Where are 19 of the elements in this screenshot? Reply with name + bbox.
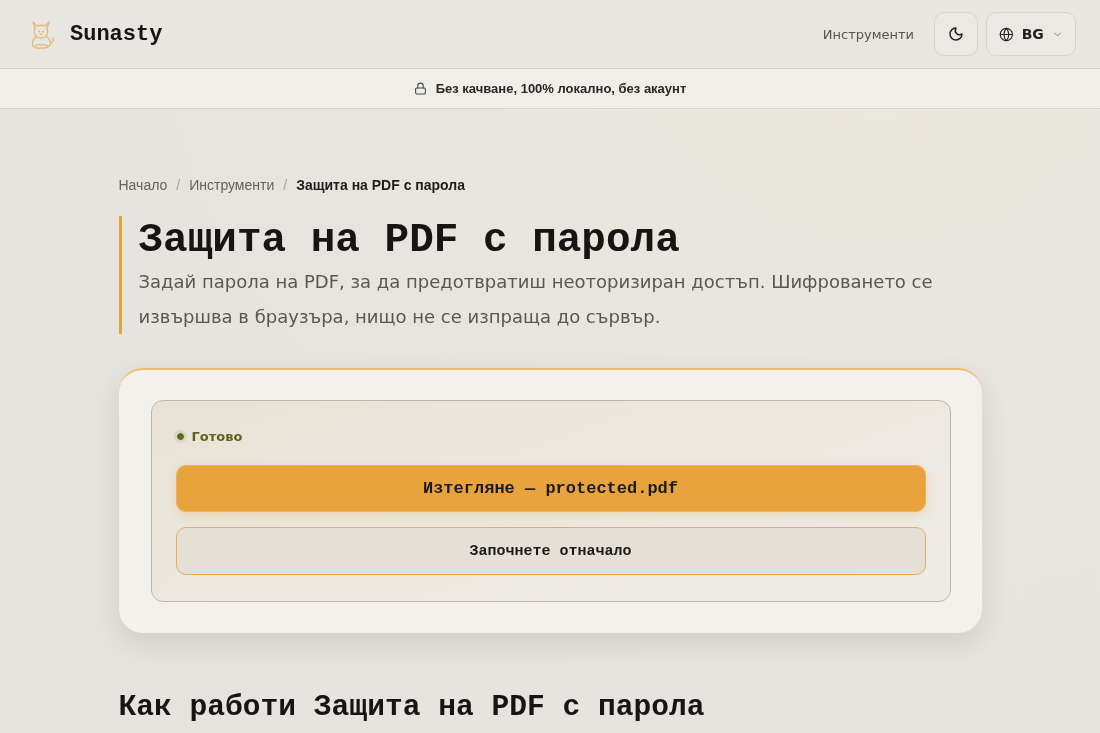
breadcrumb-link[interactable]: Начало <box>118 177 168 193</box>
breadcrumb-separator: / <box>176 177 181 193</box>
moon-icon <box>948 26 964 42</box>
privacy-text: Без качване, 100% локално, без акаунт <box>435 81 687 96</box>
page-description: Задай парола на PDF, за да предотвратиш неоторизиран достъп. Шифроването се извършва в браузъра, нищо не се изпраща до сървър. <box>138 270 934 329</box>
breadcrumb-link[interactable]: Инструменти <box>189 177 275 193</box>
download-button[interactable]: Изтегляне — protected.pdf <box>175 465 926 512</box>
current-page-label: Защита на PDF с парола <box>296 177 465 193</box>
brand-name: Sunasty <box>70 21 163 47</box>
page-title: Защита на PDF с парола <box>138 216 680 264</box>
theme-toggle-button[interactable] <box>934 12 978 56</box>
tools-nav-link[interactable]: Инструменти <box>822 26 914 42</box>
globe-icon <box>999 25 1014 43</box>
breadcrumb-separator: / <box>283 177 288 193</box>
language-select-button[interactable]: BG <box>986 12 1076 56</box>
lock-icon <box>413 82 427 95</box>
status-label: Готово <box>191 428 243 444</box>
section-heading: Как работи Защита на PDF с парола <box>118 689 705 725</box>
start-over-button[interactable]: Започнете отначало <box>175 527 926 575</box>
